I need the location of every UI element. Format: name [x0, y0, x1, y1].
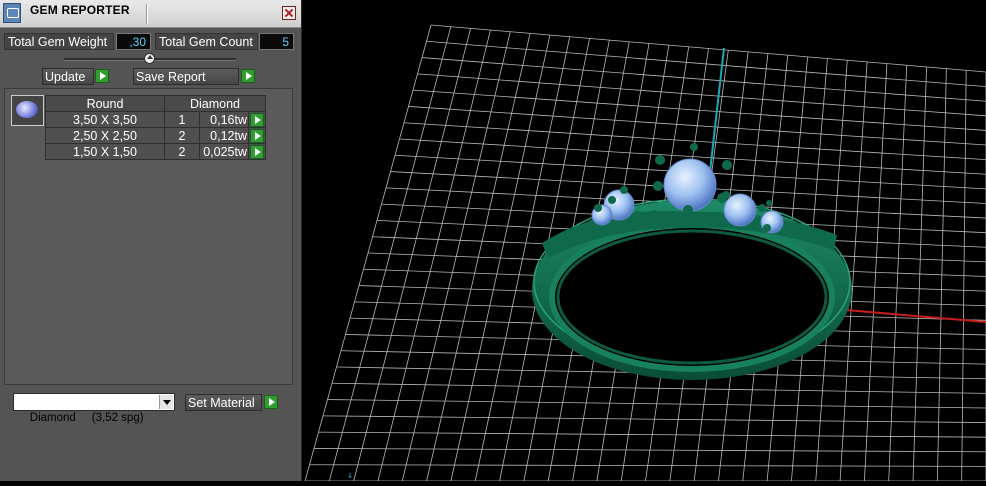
total-gem-weight-label: Total Gem Weight	[4, 33, 114, 50]
gem-table-header: Round Diamond	[46, 96, 266, 112]
arrow-right-icon[interactable]	[250, 113, 264, 127]
update-button-label: Update	[45, 70, 85, 84]
gem-thumbnail[interactable]	[11, 95, 44, 126]
material-select-value: Diamond (3,52 spg)	[30, 412, 144, 424]
title-separator	[146, 4, 148, 24]
table-row: 1,50 X 1,50 2 0,025tw	[46, 144, 266, 160]
grid-line	[329, 27, 450, 481]
gem-table: Round Diamond 3,50 X 3,50 1 0,16tw 2,50 …	[45, 95, 266, 160]
grid-line	[378, 30, 491, 481]
gem-weight: 0,12tw	[200, 128, 249, 144]
3d-viewport[interactable]: ↓	[302, 0, 986, 481]
grid-line	[305, 25, 431, 481]
title-bar[interactable]: GEM REPORTER	[0, 0, 301, 28]
save-report-button-label: Save Report	[136, 70, 205, 84]
material-select[interactable]: Diamond (3,52 spg)	[13, 393, 175, 411]
save-report-button[interactable]: Save Report	[133, 68, 239, 85]
chevron-down-icon[interactable]	[159, 395, 173, 409]
gem-qty: 1	[165, 112, 200, 128]
row-action	[249, 128, 266, 144]
arrow-right-icon[interactable]	[250, 129, 264, 143]
gem-size: 3,50 X 3,50	[46, 112, 165, 128]
window-title: GEM REPORTER	[30, 3, 130, 17]
update-button[interactable]: Update	[42, 68, 94, 85]
gem-reporter-panel: GEM REPORTER Total Gem Weight ,30 Total …	[0, 0, 302, 481]
shape-header: Round	[46, 96, 165, 112]
arrow-right-icon[interactable]	[250, 145, 264, 159]
total-gem-count-label: Total Gem Count	[155, 33, 258, 50]
set-material-button-label: Set Material	[188, 396, 255, 410]
grid-line	[451, 35, 550, 481]
total-gem-weight-value: ,30	[116, 33, 151, 50]
gem-size: 2,50 X 2,50	[46, 128, 165, 144]
gem-size: 1,50 X 1,50	[46, 144, 165, 160]
gem-qty: 2	[165, 144, 200, 160]
set-material-arrow-icon[interactable]	[264, 395, 278, 409]
grid-line	[427, 33, 531, 481]
axis-origin-glyph: ↓	[347, 470, 353, 481]
table-row: 2,50 X 2,50 2 0,12tw	[46, 128, 266, 144]
viewport-canvas[interactable]: ↓	[302, 0, 986, 481]
material-header: Diamond	[165, 96, 266, 112]
app-icon	[3, 3, 21, 23]
gem-weight: 0,025tw	[200, 144, 249, 160]
update-arrow-icon[interactable]	[95, 69, 109, 83]
grid-line	[354, 28, 471, 481]
slider-knob[interactable]	[144, 53, 155, 64]
table-row: 3,50 X 3,50 1 0,16tw	[46, 112, 266, 128]
gem-weight: 0,16tw	[200, 112, 249, 128]
total-gem-count-value: 5	[259, 33, 294, 50]
save-report-arrow-icon[interactable]	[241, 69, 255, 83]
set-material-button[interactable]: Set Material	[185, 394, 262, 411]
row-action	[249, 144, 266, 160]
close-icon[interactable]	[282, 6, 296, 20]
grid-line	[402, 32, 510, 481]
row-action	[249, 112, 266, 128]
gem-qty: 2	[165, 128, 200, 144]
